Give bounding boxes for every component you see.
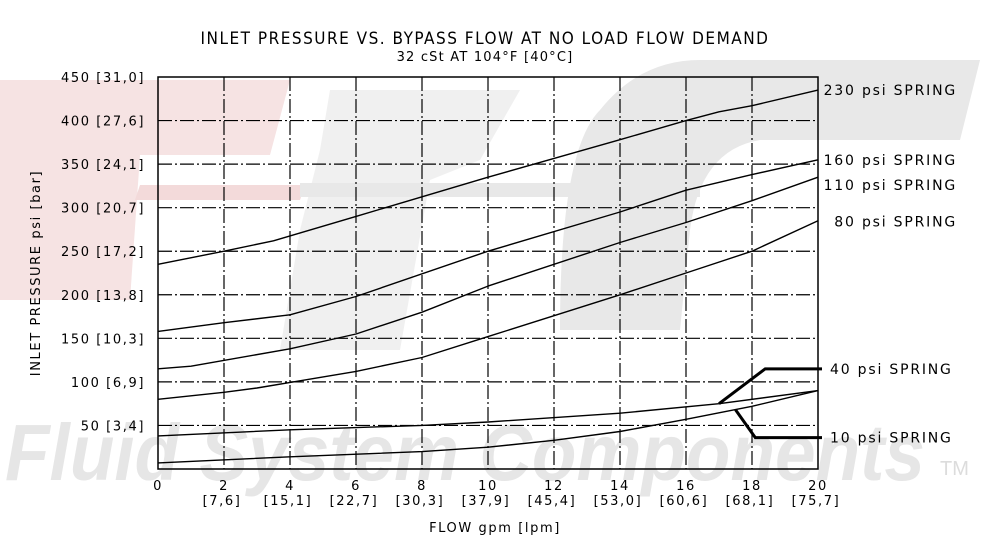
x-tick-label: 14 — [610, 479, 630, 494]
x-tick-sublabel: [37,9] — [462, 494, 511, 509]
grid — [158, 77, 818, 469]
x-tick-label: 2 — [219, 479, 229, 494]
chart-title: INLET PRESSURE VS. BYPASS FLOW AT NO LOA… — [201, 29, 770, 49]
x-tick-sublabel: [68,1] — [726, 494, 775, 509]
x-tick-label: 12 — [544, 479, 564, 494]
x-tick-sublabel: [53,0] — [594, 494, 643, 509]
x-tick-label: 10 — [478, 479, 498, 494]
y-tick-label: 200 [13,8] — [61, 289, 145, 304]
legend-label: 40 psi SPRING — [830, 362, 953, 378]
y-tick-label: 50 [3,4] — [81, 419, 145, 434]
y-tick-label: 100 [6,9] — [71, 376, 145, 391]
x-tick-label: 0 — [153, 479, 163, 494]
x-tick-sublabel: [7,6] — [203, 494, 242, 509]
y-tick-label: 300 [20,7] — [61, 202, 145, 217]
legend-label: 160 psi SPRING — [824, 153, 957, 169]
x-tick-label: 8 — [417, 479, 427, 494]
y-tick-label: 450 [31,0] — [61, 71, 145, 86]
y-tick-label: 350 [24,1] — [61, 158, 145, 173]
legend-leader-line — [734, 408, 822, 440]
chart-subtitle: 32 cSt AT 104°F [40°C] — [397, 50, 574, 65]
legend-label: 80 psi SPRING — [834, 215, 957, 231]
legend-label: 230 psi SPRING — [824, 83, 957, 99]
legend-leader-line — [718, 367, 822, 405]
x-axis-label: FLOW gpm [lpm] — [429, 521, 561, 536]
x-tick-label: 20 — [808, 479, 828, 494]
y-axis-label: INLET PRESSURE psi [bar] — [29, 170, 44, 376]
legend-label: 10 psi SPRING — [830, 431, 953, 447]
x-tick-sublabel: [22,7] — [330, 494, 379, 509]
x-axis-ticks: 0 2[7,6] 4[15,1] 6[22,7] 8[30,3] 10[37,9] 12[4… — [153, 479, 841, 509]
y-axis-ticks: 50 [3,4] 100 [6,9] 150 [10,3] 200 [13,8] 250… — [61, 71, 145, 434]
x-tick-sublabel: [15,1] — [264, 494, 313, 509]
x-tick-label: 18 — [742, 479, 762, 494]
x-tick-sublabel: [30,3] — [396, 494, 445, 509]
x-tick-sublabel: [75,7] — [792, 494, 841, 509]
y-tick-label: 250 [17,2] — [61, 245, 145, 260]
x-tick-label: 4 — [285, 479, 295, 494]
x-tick-label: 6 — [351, 479, 361, 494]
y-tick-label: 150 [10,3] — [61, 332, 145, 347]
legend: 230 psi SPRING 160 psi SPRING 110 psi SPRI… — [718, 83, 957, 447]
legend-label: 110 psi SPRING — [824, 178, 957, 194]
y-tick-label: 400 [27,6] — [61, 115, 145, 130]
chart: INLET PRESSURE VS. BYPASS FLOW AT NO LOA… — [29, 29, 957, 536]
x-tick-sublabel: [60,6] — [660, 494, 709, 509]
x-tick-sublabel: [45,4] — [528, 494, 577, 509]
x-tick-label: 16 — [676, 479, 696, 494]
